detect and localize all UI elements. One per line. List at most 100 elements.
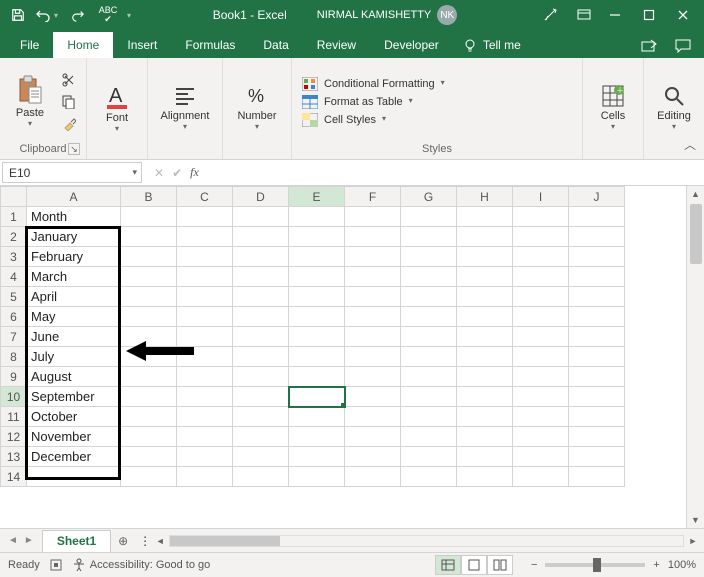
cell[interactable] — [345, 447, 401, 467]
cell[interactable] — [289, 367, 345, 387]
accessibility-status[interactable]: Accessibility: Good to go — [72, 558, 210, 572]
row-header[interactable]: 2 — [1, 227, 27, 247]
share-button[interactable] — [634, 34, 664, 58]
coming-soon-icon[interactable] — [536, 3, 564, 27]
cell[interactable] — [457, 207, 513, 227]
cell[interactable] — [457, 247, 513, 267]
cell[interactable] — [177, 427, 233, 447]
cell[interactable] — [457, 447, 513, 467]
cell[interactable] — [401, 467, 457, 487]
column-header[interactable]: D — [233, 187, 289, 207]
cell[interactable] — [345, 347, 401, 367]
cell[interactable] — [513, 327, 569, 347]
format-painter-button[interactable] — [58, 114, 80, 134]
cell[interactable] — [345, 267, 401, 287]
dialog-launcher-icon[interactable]: ↘ — [68, 143, 80, 155]
cell[interactable] — [233, 447, 289, 467]
cell[interactable] — [513, 307, 569, 327]
cell[interactable] — [233, 407, 289, 427]
font-dropdown[interactable]: A Font ▾ — [93, 75, 141, 141]
row-header[interactable]: 5 — [1, 287, 27, 307]
ribbon-display-icon[interactable] — [570, 3, 598, 27]
cell[interactable] — [121, 247, 177, 267]
close-button[interactable] — [666, 1, 700, 29]
cell[interactable] — [401, 347, 457, 367]
cell[interactable] — [513, 267, 569, 287]
cancel-formula-icon[interactable]: ✕ — [154, 166, 164, 180]
tab-data[interactable]: Data — [249, 32, 302, 58]
tab-review[interactable]: Review — [303, 32, 370, 58]
scroll-up-icon[interactable]: ▲ — [687, 186, 704, 202]
cell[interactable] — [289, 407, 345, 427]
row-header[interactable]: 3 — [1, 247, 27, 267]
cell[interactable] — [401, 267, 457, 287]
enter-formula-icon[interactable]: ✔ — [172, 166, 182, 180]
sheet-tab[interactable]: Sheet1 — [42, 530, 111, 552]
cell[interactable] — [289, 267, 345, 287]
cell[interactable] — [121, 387, 177, 407]
cell[interactable] — [401, 387, 457, 407]
sheet-nav[interactable]: ◄► — [0, 529, 42, 552]
format-as-table-button[interactable]: Format as Table▾ — [298, 94, 417, 110]
column-header[interactable]: H — [457, 187, 513, 207]
cell[interactable] — [177, 387, 233, 407]
page-layout-view-button[interactable] — [461, 555, 487, 575]
cell[interactable] — [289, 207, 345, 227]
cell[interactable] — [121, 227, 177, 247]
cell[interactable] — [513, 387, 569, 407]
cell[interactable] — [121, 267, 177, 287]
cell[interactable] — [289, 227, 345, 247]
cell[interactable] — [513, 467, 569, 487]
cell[interactable]: Month — [27, 207, 121, 227]
alignment-dropdown[interactable]: Alignment ▾ — [154, 75, 216, 141]
cell[interactable] — [233, 467, 289, 487]
cell[interactable] — [457, 327, 513, 347]
editing-dropdown[interactable]: Editing ▾ — [650, 75, 698, 141]
cell[interactable] — [401, 307, 457, 327]
row-header[interactable]: 1 — [1, 207, 27, 227]
cell[interactable] — [401, 407, 457, 427]
cell[interactable] — [457, 287, 513, 307]
cell[interactable] — [233, 267, 289, 287]
zoom-slider[interactable] — [545, 563, 645, 567]
cell[interactable] — [121, 207, 177, 227]
cell[interactable] — [569, 347, 625, 367]
cell[interactable] — [513, 227, 569, 247]
column-header[interactable]: I — [513, 187, 569, 207]
cell[interactable] — [345, 427, 401, 447]
cell[interactable] — [569, 267, 625, 287]
tab-file[interactable]: File — [6, 32, 53, 58]
cell[interactable] — [513, 247, 569, 267]
undo-button[interactable]: ▾ — [34, 3, 62, 27]
row-header[interactable]: 10 — [1, 387, 27, 407]
spellcheck-button[interactable]: ABC✔ — [94, 3, 122, 27]
cell[interactable] — [345, 227, 401, 247]
cell[interactable] — [289, 387, 345, 407]
column-header[interactable]: B — [121, 187, 177, 207]
cell[interactable] — [289, 307, 345, 327]
cell[interactable] — [233, 227, 289, 247]
fx-icon[interactable]: fx — [190, 165, 199, 180]
cell[interactable] — [513, 367, 569, 387]
cell[interactable] — [569, 247, 625, 267]
cell[interactable] — [569, 467, 625, 487]
cell[interactable] — [513, 407, 569, 427]
cell[interactable] — [345, 367, 401, 387]
cell[interactable] — [345, 207, 401, 227]
cell[interactable] — [401, 447, 457, 467]
cell[interactable] — [177, 407, 233, 427]
user-account[interactable]: NIRMAL KAMISHETTY NK — [317, 5, 458, 25]
save-button[interactable] — [4, 3, 32, 27]
cell[interactable] — [569, 307, 625, 327]
cell[interactable] — [121, 467, 177, 487]
cell[interactable] — [569, 427, 625, 447]
cells-dropdown[interactable]: ＋ Cells ▾ — [589, 75, 637, 141]
row-header[interactable]: 9 — [1, 367, 27, 387]
cell[interactable] — [513, 427, 569, 447]
cell[interactable] — [177, 207, 233, 227]
cell[interactable] — [513, 207, 569, 227]
cell[interactable] — [177, 227, 233, 247]
cell[interactable] — [177, 307, 233, 327]
row-header[interactable]: 6 — [1, 307, 27, 327]
cell[interactable] — [233, 347, 289, 367]
